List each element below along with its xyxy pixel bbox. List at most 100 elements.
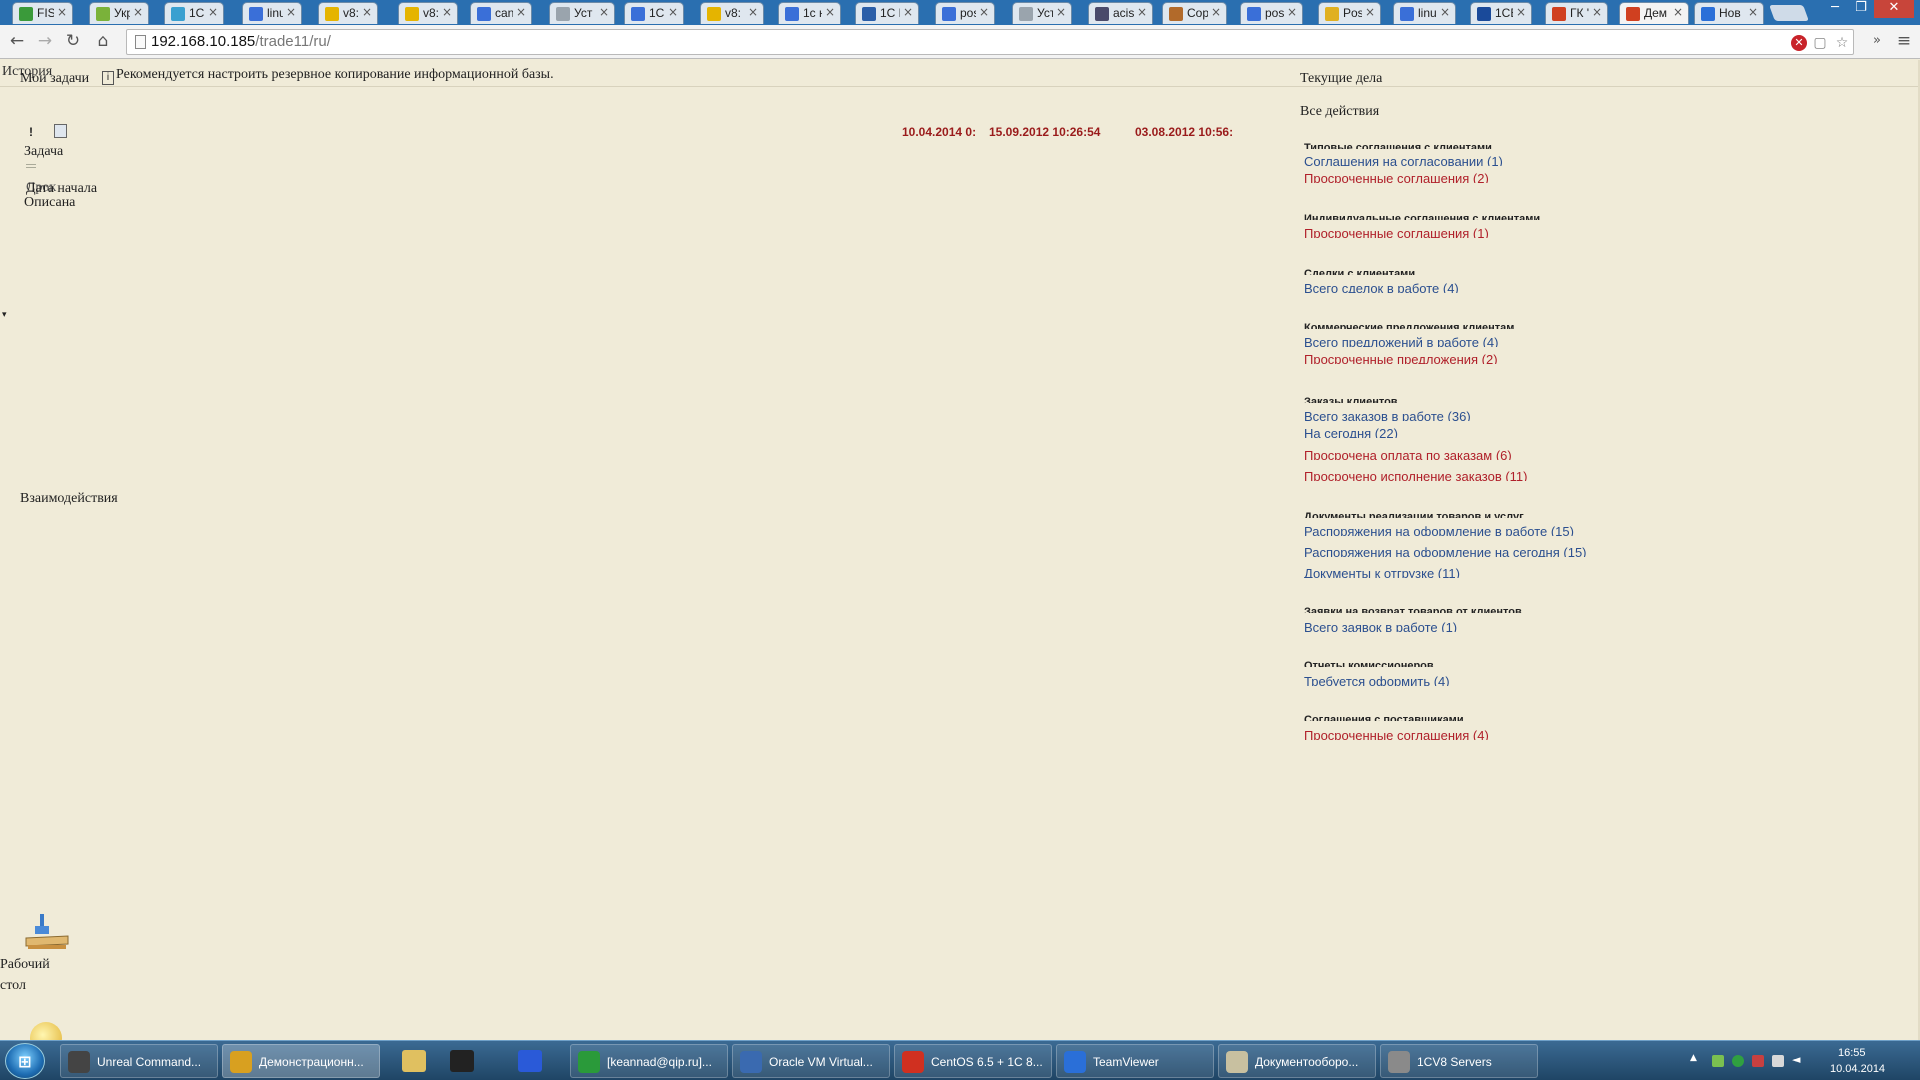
taskbar-item[interactable]: CentOS 6.5 + 1C 8... — [894, 1044, 1052, 1078]
browser-tab[interactable]: v8: I× — [318, 2, 378, 24]
translate-icon[interactable]: ▢ — [1811, 34, 1829, 52]
affairs-link[interactable]: Распоряжения на оформление на сегодня (1… — [1304, 545, 1587, 557]
tab-close-icon[interactable]: × — [668, 5, 678, 19]
taskbar-item[interactable]: [keannad@qip.ru]... — [570, 1044, 728, 1078]
keyboard-layout-icon[interactable] — [1752, 1055, 1764, 1067]
browser-tab[interactable]: v8: I× — [398, 2, 458, 24]
taskbar-item[interactable]: Oracle VM Virtual... — [732, 1044, 890, 1078]
volume-icon[interactable]: ◄ — [1792, 1053, 1804, 1066]
browser-tab[interactable]: Уст× — [1012, 2, 1072, 24]
affairs-link[interactable]: Всего заявок в работе (1) — [1304, 620, 1457, 632]
browser-tab[interactable]: 1С Г× — [164, 2, 224, 24]
taskbar-item[interactable]: 1CV8 Servers — [1380, 1044, 1538, 1078]
tab-close-icon[interactable]: × — [362, 5, 372, 19]
start-button[interactable]: ⊞ — [5, 1043, 45, 1079]
tab-close-icon[interactable]: × — [748, 5, 758, 19]
tab-close-icon[interactable]: × — [1365, 5, 1375, 19]
tab-close-icon[interactable]: × — [286, 5, 296, 19]
browser-tab[interactable]: Pos × — [1318, 2, 1381, 24]
all-actions-link[interactable]: Все действия — [1300, 104, 1379, 120]
tab-close-icon[interactable]: × — [1056, 5, 1066, 19]
clock-date[interactable]: 10.04.2014 — [1830, 1063, 1885, 1075]
browser-tab[interactable]: Нов × — [1694, 2, 1764, 24]
browser-tab[interactable]: 1СБ× — [1470, 2, 1532, 24]
tab-close-icon[interactable]: × — [825, 5, 835, 19]
taskbar-item[interactable] — [440, 1044, 484, 1078]
browser-tab[interactable]: pos× — [935, 2, 995, 24]
desktop-label[interactable]: Рабочий — [0, 957, 50, 973]
tab-close-icon[interactable]: × — [1211, 5, 1221, 19]
tab-close-icon[interactable]: × — [1287, 5, 1297, 19]
affairs-link[interactable]: Документы к отгрузке (11) — [1304, 566, 1460, 578]
browser-tab[interactable]: Дем × — [1619, 2, 1689, 24]
tab-close-icon[interactable]: × — [1673, 5, 1683, 19]
desktop-label-2[interactable]: стол — [0, 978, 26, 994]
back-icon[interactable]: ← — [6, 30, 28, 52]
desktop-icon[interactable] — [22, 912, 72, 952]
my-tasks-heading[interactable]: Мои задачи — [20, 71, 89, 87]
browser-tab[interactable]: can × — [470, 2, 532, 24]
affairs-link[interactable]: На сегодня (22) — [1304, 426, 1398, 438]
tab-close-icon[interactable]: × — [516, 5, 526, 19]
tab-close-icon[interactable]: × — [208, 5, 218, 19]
tab-close-icon[interactable]: × — [133, 5, 143, 19]
affairs-link[interactable]: Просроченные соглашения (2) — [1304, 171, 1489, 183]
new-tab-button[interactable] — [1769, 5, 1809, 21]
affairs-link[interactable]: Всего предложений в работе (4) — [1304, 335, 1498, 347]
affairs-link[interactable]: Всего сделок в работе (4) — [1304, 281, 1459, 293]
menu-icon[interactable]: ≡ — [1893, 30, 1915, 52]
minimize-button[interactable]: ─ — [1822, 0, 1848, 18]
taskbar-item[interactable]: TeamViewer — [1056, 1044, 1214, 1078]
tab-close-icon[interactable]: × — [1748, 5, 1758, 19]
browser-tab[interactable]: Уст× — [549, 2, 615, 24]
current-affairs-heading[interactable]: Текущие дела — [1300, 71, 1382, 87]
taskbar-item[interactable]: Демонстрационн... — [222, 1044, 380, 1078]
tray-expand-icon[interactable]: ▲ — [1690, 1053, 1697, 1063]
browser-tab[interactable]: 1С Е× — [855, 2, 919, 24]
browser-tab[interactable]: linu× — [242, 2, 302, 24]
browser-tab[interactable]: Cop × — [1162, 2, 1227, 24]
browser-tab[interactable]: Укр× — [89, 2, 149, 24]
network-status-icon[interactable] — [1712, 1055, 1724, 1067]
affairs-link[interactable]: Просрочена оплата по заказам (6) — [1304, 448, 1512, 460]
affairs-link[interactable]: Соглашения на согласовании (1) — [1304, 154, 1503, 166]
description-column-header[interactable]: Описана — [24, 195, 75, 211]
backup-notice[interactable]: i Рекомендуется настроить резервное копир… — [102, 67, 554, 85]
browser-tab[interactable]: v8: I× — [700, 2, 764, 24]
reload-icon[interactable]: ↻ — [62, 30, 84, 52]
affairs-link[interactable]: Распоряжения на оформление в работе (15) — [1304, 524, 1574, 536]
tab-close-icon[interactable]: × — [1137, 5, 1147, 19]
close-window-button[interactable]: ✕ — [1874, 0, 1914, 18]
taskbar-item[interactable]: Unreal Command... — [60, 1044, 218, 1078]
extensions-chevron-icon[interactable]: » — [1866, 30, 1888, 52]
blocked-icon[interactable]: ✕ — [1791, 35, 1807, 51]
affairs-link[interactable]: Всего заказов в работе (36) — [1304, 409, 1471, 421]
browser-tab[interactable]: ГК " × — [1545, 2, 1608, 24]
tab-close-icon[interactable]: × — [903, 5, 913, 19]
tab-close-icon[interactable]: × — [979, 5, 989, 19]
affairs-link[interactable]: Требуется оформить (4) — [1304, 674, 1450, 686]
taskbar-item[interactable] — [392, 1044, 436, 1078]
taskbar-item[interactable]: Документооборо... — [1218, 1044, 1376, 1078]
next-section-icon[interactable] — [30, 1022, 62, 1040]
clock-time[interactable]: 16:55 — [1838, 1047, 1866, 1059]
tab-close-icon[interactable]: × — [1516, 5, 1526, 19]
browser-tab[interactable]: 1с н× — [778, 2, 841, 24]
maximize-button[interactable]: ❐ — [1848, 0, 1874, 18]
affairs-link[interactable]: Просрочено исполнение заказов (11) — [1304, 469, 1528, 481]
affairs-link[interactable]: Просроченные соглашения (1) — [1304, 226, 1489, 238]
qip-tray-icon[interactable] — [1732, 1055, 1744, 1067]
home-icon[interactable]: ⌂ — [92, 30, 114, 52]
task-column-header[interactable]: Задача — [24, 144, 63, 160]
taskbar-item[interactable] — [508, 1044, 552, 1078]
tab-close-icon[interactable]: × — [57, 5, 67, 19]
affairs-link[interactable]: Просроченные предложения (2) — [1304, 352, 1498, 364]
forward-icon[interactable]: → — [34, 30, 56, 52]
tab-close-icon[interactable]: × — [599, 5, 609, 19]
browser-tab[interactable]: pos× — [1240, 2, 1303, 24]
browser-tab[interactable]: acis × — [1088, 2, 1153, 24]
browser-tab[interactable]: 1С I× — [624, 2, 684, 24]
tab-close-icon[interactable]: × — [442, 5, 452, 19]
browser-tab[interactable]: linu× — [1393, 2, 1456, 24]
importance-column-header[interactable]: ! — [29, 125, 33, 139]
